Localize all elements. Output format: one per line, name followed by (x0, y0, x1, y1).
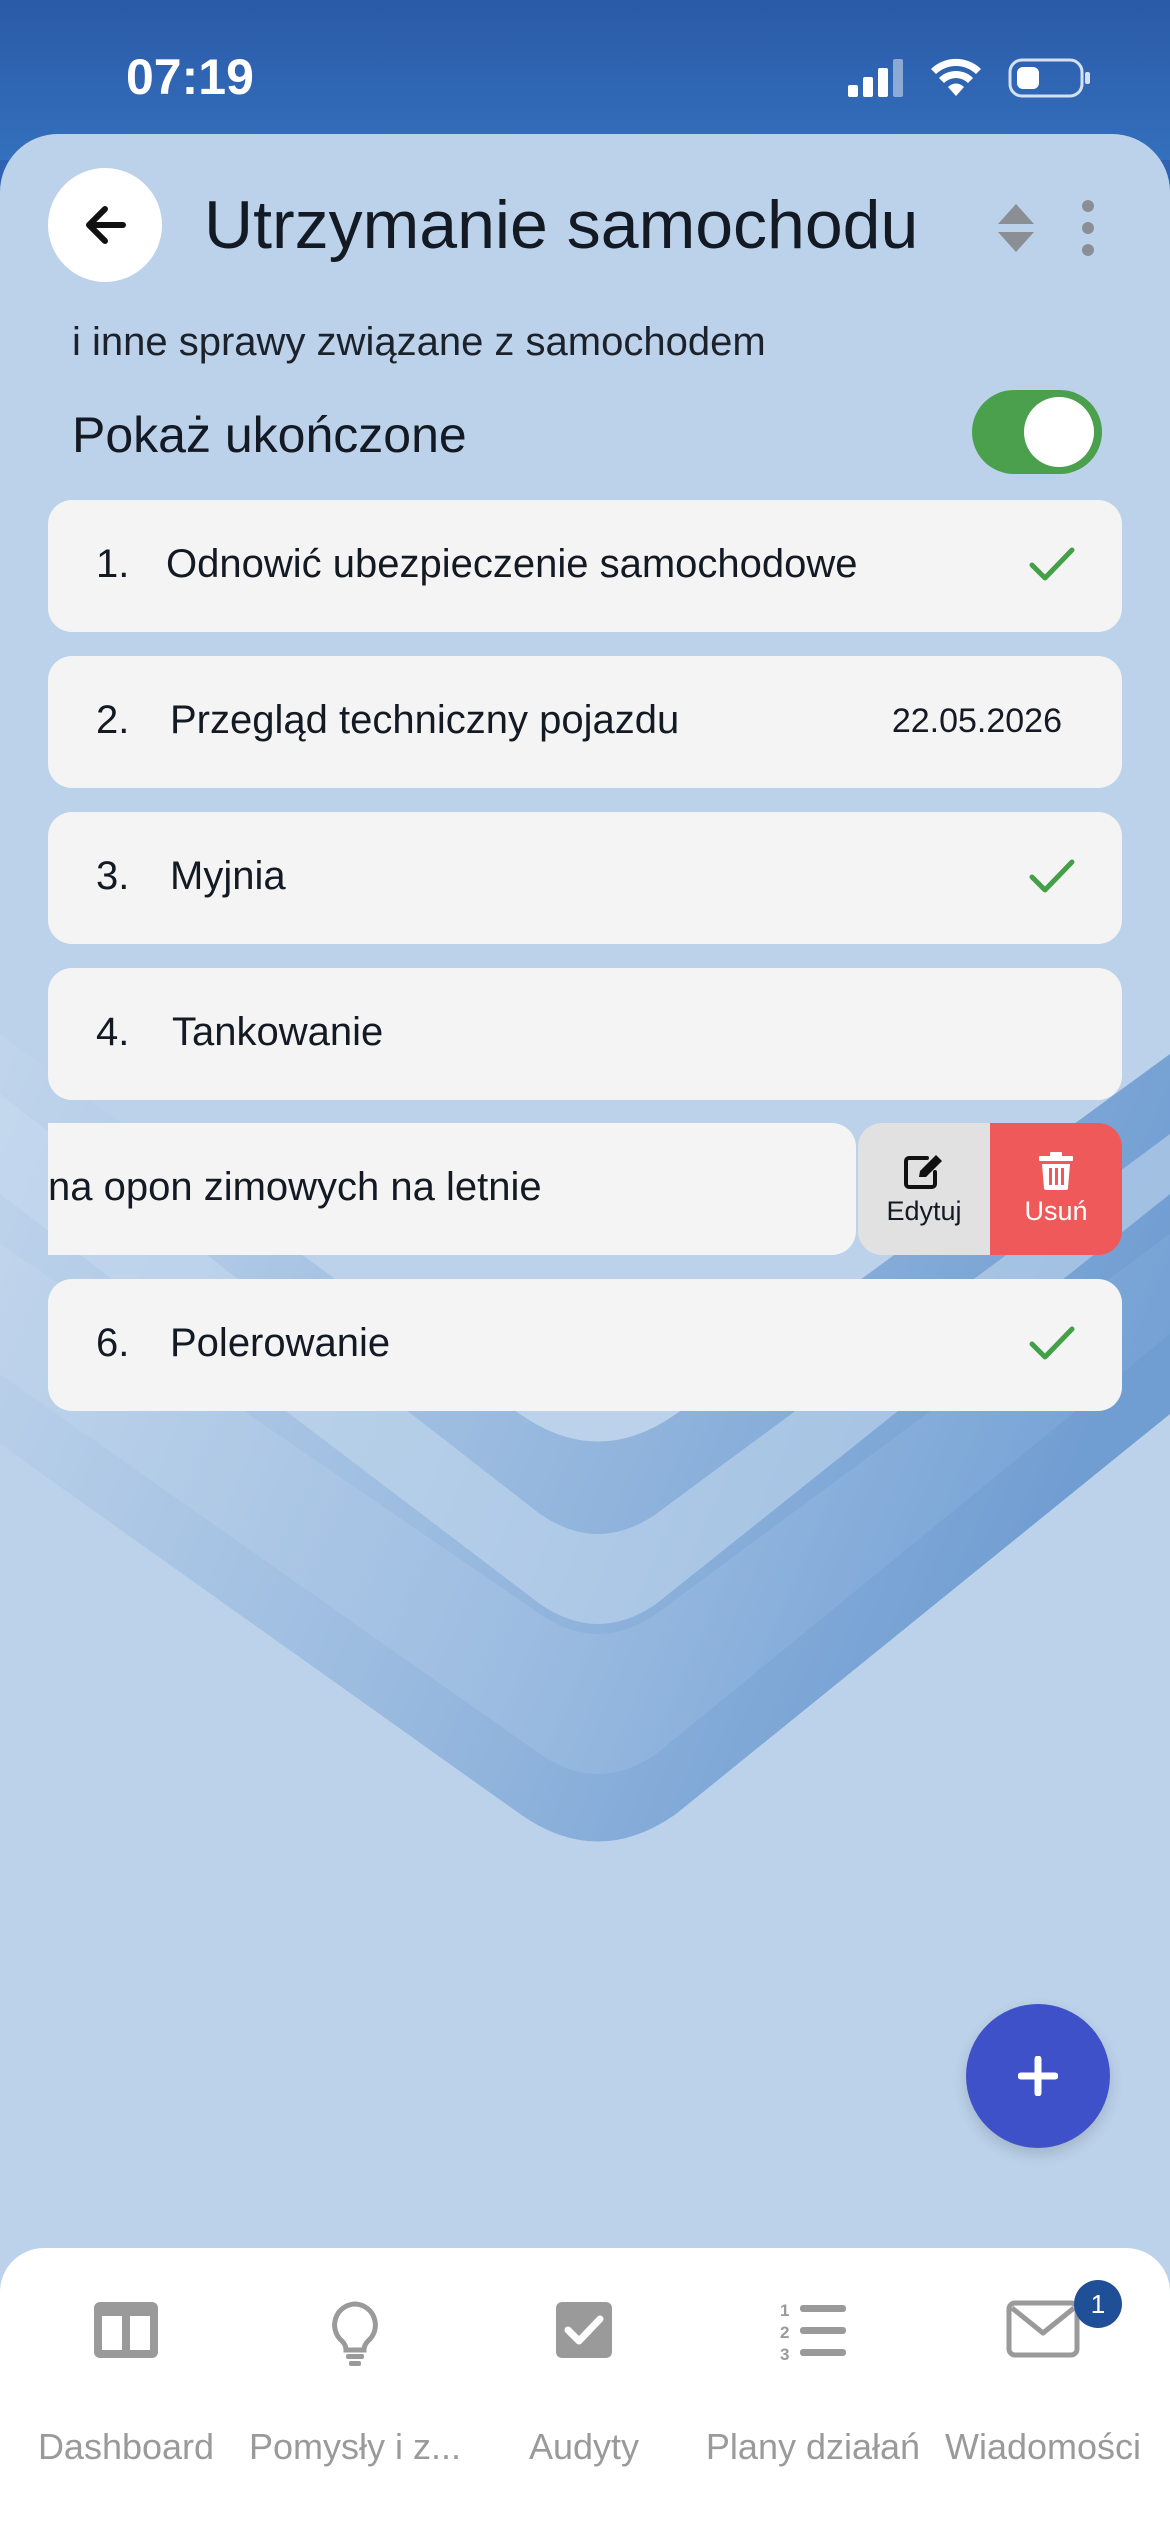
sort-icon[interactable] (996, 202, 1036, 254)
show-completed-label: Pokaż ukończone (72, 407, 467, 463)
plus-icon (1018, 2056, 1058, 2096)
header: Utrzymanie samochodu (0, 134, 1170, 334)
task-label: Tankowanie (172, 1010, 384, 1054)
task-label: Odnowić ubezpieczenie samochodowe (166, 542, 858, 586)
nav-label: Wiadomości (944, 2426, 1142, 2467)
task-item[interactable]: 2. Przegląd techniczny pojazdu 22.05.202… (48, 656, 1122, 788)
edit-icon (904, 1154, 942, 1189)
task-item[interactable]: 6. Polerowanie (48, 1279, 1122, 1411)
more-vertical-icon[interactable] (1076, 198, 1100, 258)
edit-button[interactable]: Edytuj (858, 1123, 990, 1255)
check-icon (1029, 859, 1075, 893)
check-icon (1029, 547, 1075, 581)
list-description: i inne sprawy związane z samochodem (72, 320, 766, 364)
main-panel: Utrzymanie samochodu i inne sprawy związ… (0, 134, 1170, 2532)
nav-item-audits[interactable]: Audyty (469, 2300, 699, 2470)
checkbox-icon (556, 2302, 612, 2358)
delete-label: Usuń (1024, 1195, 1088, 1226)
dashboard-icon (94, 2302, 158, 2358)
unread-badge: 1 (1074, 2280, 1122, 2328)
trash-icon (1039, 1151, 1073, 1190)
status-time: 07:19 (126, 49, 254, 105)
task-item[interactable]: 1. Odnowić ubezpieczenie samochodowe (48, 500, 1122, 632)
task-number: 1. (96, 542, 130, 586)
task-number: 3. (96, 854, 130, 898)
delete-button[interactable]: Usuń (990, 1123, 1122, 1255)
svg-text:2: 2 (780, 2323, 789, 2342)
task-label: na opon zimowych na letnie (48, 1165, 542, 1209)
edit-label: Edytuj (886, 1195, 962, 1226)
nav-item-action-plans[interactable]: 1 2 3 Plany działań (698, 2300, 928, 2470)
back-button[interactable] (48, 168, 162, 282)
nav-label: Pomysły i z... (248, 2426, 462, 2467)
task-number: 2. (96, 698, 130, 742)
wifi-icon (931, 58, 981, 96)
task-due-date: 22.05.2026 (891, 702, 1062, 740)
show-completed-row: Pokaż ukończone (72, 390, 1102, 480)
numbered-list-icon: 1 2 3 (780, 2301, 846, 2362)
arrow-left-icon (86, 206, 126, 244)
task-label: Polerowanie (170, 1321, 391, 1365)
nav-item-messages[interactable]: 1 Wiadomości (928, 2280, 1158, 2470)
mail-icon (1006, 2300, 1080, 2358)
add-task-button[interactable] (966, 2004, 1110, 2148)
task-label: Myjnia (170, 854, 286, 898)
svg-text:1: 1 (780, 2301, 789, 2320)
nav-item-ideas[interactable]: Pomysły i z... (240, 2300, 470, 2470)
signal-icon (848, 59, 903, 97)
nav-label: Audyty (528, 2426, 640, 2467)
task-label: Przegląd techniczny pojazdu (170, 698, 680, 742)
page-title: Utrzymanie samochodu (204, 187, 919, 263)
task-number: 6. (96, 1321, 130, 1365)
svg-text:3: 3 (780, 2345, 789, 2362)
bottom-navigation: Dashboard Pomysły i z... Audyty 1 2 3 Pl… (0, 2248, 1170, 2532)
task-item-swiped[interactable]: na opon zimowych na letnie Edytuj Usuń (0, 1123, 1170, 1255)
show-completed-toggle[interactable] (972, 390, 1102, 474)
battery-icon (1008, 58, 1090, 98)
task-item[interactable]: 4. Tankowanie (48, 968, 1122, 1100)
check-icon (1029, 1326, 1075, 1360)
nav-label: Dashboard (37, 2426, 215, 2467)
toggle-knob (1024, 397, 1094, 467)
task-item[interactable]: na opon zimowych na letnie (48, 1123, 856, 1255)
task-number: 4. (96, 1010, 130, 1054)
task-item[interactable]: 3. Myjnia (48, 812, 1122, 944)
status-icons (848, 56, 1092, 100)
lightbulb-icon (332, 2301, 378, 2366)
nav-label: Plany działań (705, 2426, 921, 2467)
nav-item-dashboard[interactable]: Dashboard (11, 2300, 241, 2470)
